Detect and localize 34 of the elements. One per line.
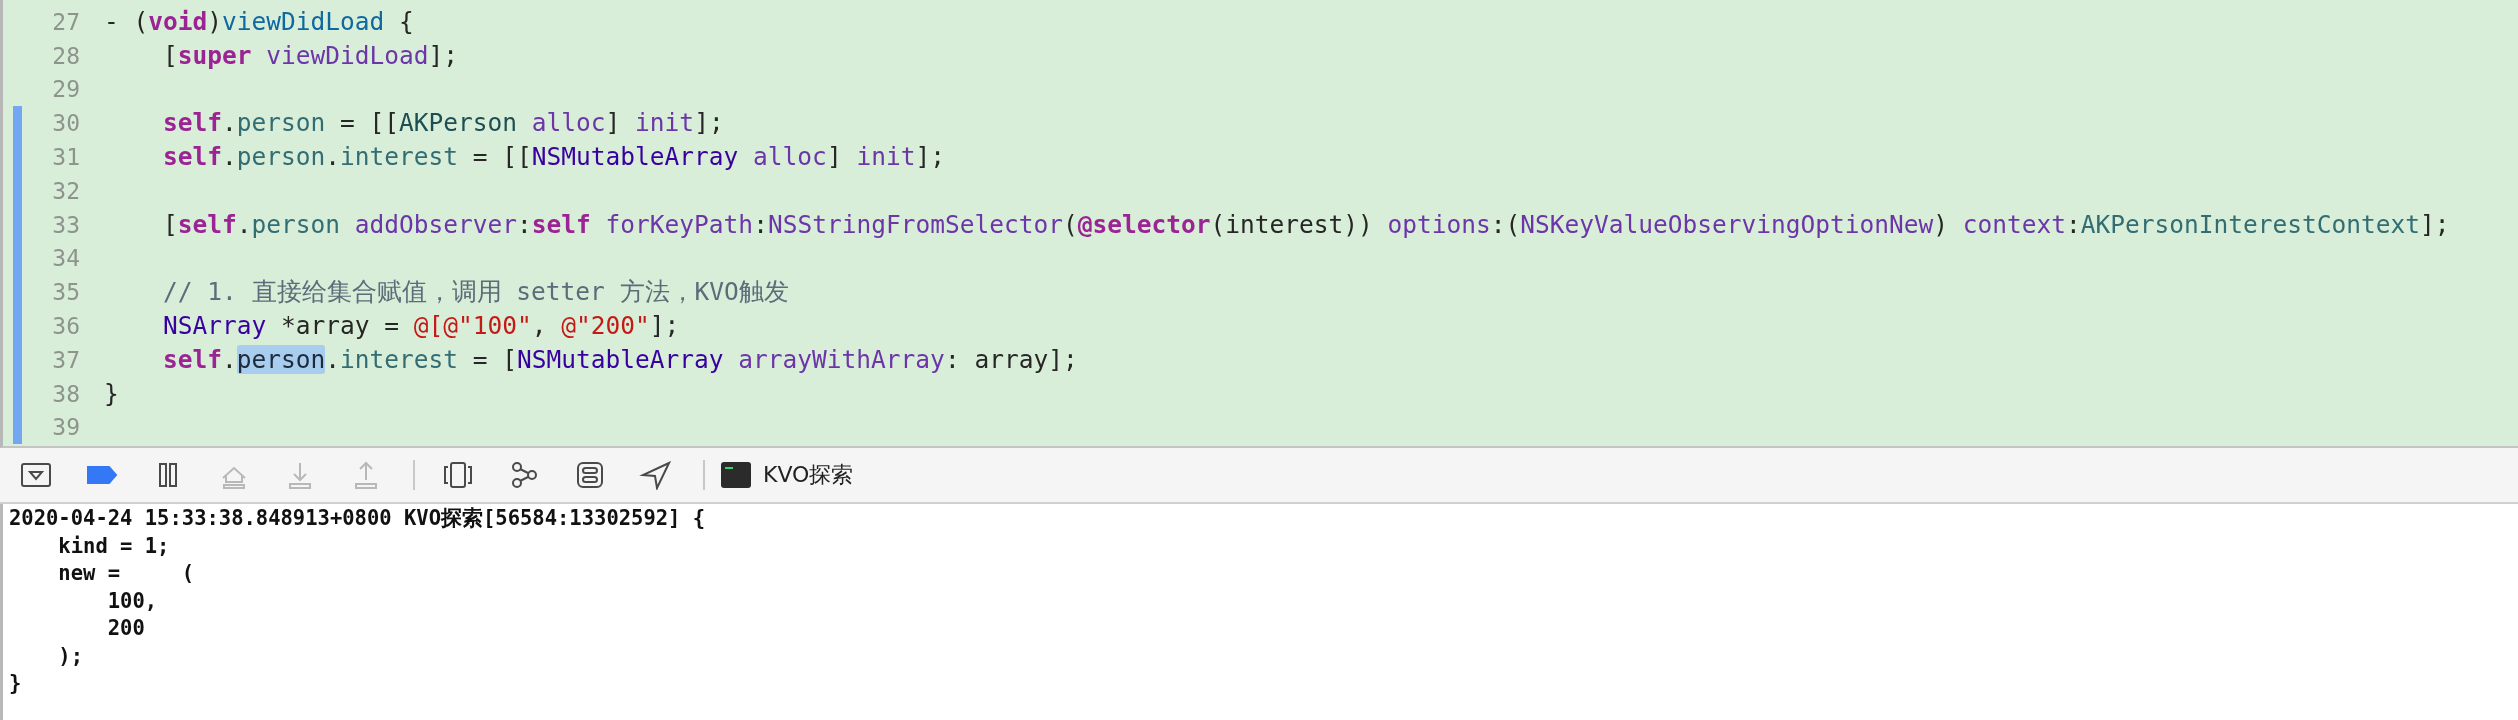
code-line: }: [104, 377, 119, 410]
line-number: 33: [51, 211, 80, 238]
line-number: 38: [51, 380, 80, 407]
line-number: 37: [51, 346, 80, 373]
line-number: 35: [51, 279, 80, 306]
line-number: 34: [51, 245, 80, 272]
line-number: 36: [51, 313, 80, 340]
console-line: 2020-04-24 15:33:38.848913+0800 KVO探索[56584:13302592] {: [9, 505, 707, 532]
line-number: 27: [51, 8, 80, 35]
code-line: self.person.interest = [NSMutableArray arrayWithArray: array];: [162, 343, 1078, 376]
target-name: KVO探索: [763, 461, 854, 489]
line-number: 39: [51, 414, 80, 441]
code-line: self.person.interest = [[NSMutableArray alloc] init];: [162, 141, 945, 174]
console-line: 100,: [106, 587, 159, 615]
location-arrow-icon: [639, 460, 673, 490]
console-line: 200: [106, 615, 146, 642]
view-stack-icon: [441, 460, 475, 490]
terminal-icon: [721, 462, 751, 488]
code-line: NSArray *array = @[@"100", @"200"];: [162, 310, 680, 343]
console-line: );: [57, 642, 85, 670]
console-line: }: [9, 670, 23, 697]
console-line: kind = 1;: [57, 532, 171, 560]
code-line: [super viewDidLoad];: [162, 39, 459, 72]
code-line: [self.person addObserver:self forKeyPath:NSStringFromSelector(@selector(interest)) options:(NSKeyValueObservingOptionNew) context:AKPersonInterestContext];: [162, 208, 2450, 241]
code-line: // 1. 直接给集合赋值，调用 setter 方法，KVO触发: [162, 276, 789, 309]
line-number: 29: [51, 76, 80, 103]
code-line: - (void)viewDidLoad {: [104, 5, 414, 38]
line-number: 31: [51, 144, 80, 171]
code-line: self.person = [[AKPerson alloc] init];: [162, 107, 724, 140]
line-number: 28: [51, 42, 80, 69]
console-line: new = (: [57, 560, 196, 587]
panel-icon: [19, 460, 53, 490]
line-number: 32: [51, 177, 80, 204]
line-number: 30: [51, 110, 80, 137]
